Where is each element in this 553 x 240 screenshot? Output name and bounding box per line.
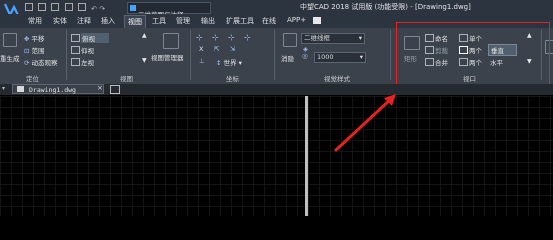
panel-label-visual: 视觉样式 [324,75,350,83]
visual-style-value: 二维线框 [304,34,330,42]
facet-icon: ◎ [302,52,308,60]
regen-button[interactable]: 重生成 [0,53,20,63]
ucs-x-button[interactable]: X [199,45,203,53]
quick-access-toolbar[interactable]: ↶ ↷ [25,3,105,14]
ucs-world-dropdown[interactable]: ↕ 世界 ▾ [216,57,242,67]
tab-output[interactable]: 输出 [201,16,215,26]
view-manager-icon[interactable] [163,33,179,49]
ucs-icon[interactable]: ⊹ [196,33,203,42]
highlight-box [396,22,550,92]
regen-icon[interactable] [3,33,17,47]
panel-divider [190,30,191,80]
panel-label-position: 定位 [26,75,39,83]
top-view-icon [71,34,80,42]
facet-res-value: 1000 [317,53,334,61]
panel-label-view: 视图 [120,75,133,83]
visual-style-dropdown[interactable]: 二维线框 ▾ [301,33,365,44]
red-arrow-icon [334,94,396,152]
ucs-z-icon[interactable]: ⇲ [230,45,235,53]
menu-icon[interactable]: ▾ [2,85,5,92]
ribbon-toggle-icon[interactable] [313,17,321,24]
pan-button[interactable]: ✥ 平移 [24,33,45,43]
left-view-icon [71,58,80,66]
drawing-viewport-left[interactable] [0,96,305,216]
panel-divider [66,30,67,80]
new-tab-icon[interactable] [110,85,120,94]
bottom-view-icon [71,46,80,54]
ucs-3point-icon[interactable]: ⊹ [244,33,251,42]
tab-home[interactable]: 常用 [28,16,42,26]
panel-label-coords: 坐标 [226,75,239,83]
panel-divider [390,30,391,80]
tab-online[interactable]: 在线 [262,16,276,26]
tab-view[interactable]: 视图 [124,15,146,29]
scroll-down-icon[interactable]: ▼ [142,57,147,64]
tab-solid[interactable]: 实体 [53,16,67,26]
tab-extended-tools[interactable]: 扩展工具 [226,16,254,26]
ucs-origin-icon[interactable]: ⊹ [212,33,219,42]
extents-label: 范围 [31,47,45,55]
document-tab[interactable]: Drawing1.dwg [12,84,104,94]
hide-icon[interactable] [283,33,297,47]
tab-app-plus[interactable]: APP+ [287,16,306,24]
ucs-view-icon[interactable]: ⊥ [199,57,205,65]
window-title: 中望CAD 2018 试用版 (功能受限) - [Drawing1.dwg] [300,3,471,11]
tab-tools[interactable]: 工具 [152,16,166,26]
orbit-button[interactable]: ⟳ 动态观察 [24,57,58,67]
scroll-up-icon[interactable]: ▲ [142,32,147,39]
tab-manage[interactable]: 管理 [176,16,190,26]
pan-label: 平移 [31,35,45,43]
view-top-item[interactable]: 俯视 [81,33,109,43]
view-bottom-item[interactable]: 仰视 [81,45,94,55]
document-tab-label: Drawing1.dwg [29,86,76,94]
workspace-dropdown[interactable]: 二维草图与注释 [127,2,211,19]
orbit-label: 动态观察 [31,59,58,67]
hide-button[interactable]: 消隐 [281,53,294,63]
tab-insert[interactable]: 插入 [101,16,115,26]
ucs-axis-icon[interactable]: ⊹ [228,33,235,42]
tab-annotate[interactable]: 注释 [77,16,91,26]
view-left-item[interactable]: 左视 [81,57,94,67]
document-icon [17,86,24,92]
facet-res-input[interactable]: 1000 ▾ [314,52,366,63]
ucs-y-icon[interactable]: ⇱ [214,45,219,53]
view-manager-button[interactable]: 视图管理器 [151,52,184,62]
panel-divider [274,30,275,80]
close-tab-icon[interactable]: × [97,84,103,92]
extents-button[interactable]: ⊡ 范围 [24,45,45,55]
ucs-world-label: 世界 [223,59,237,67]
